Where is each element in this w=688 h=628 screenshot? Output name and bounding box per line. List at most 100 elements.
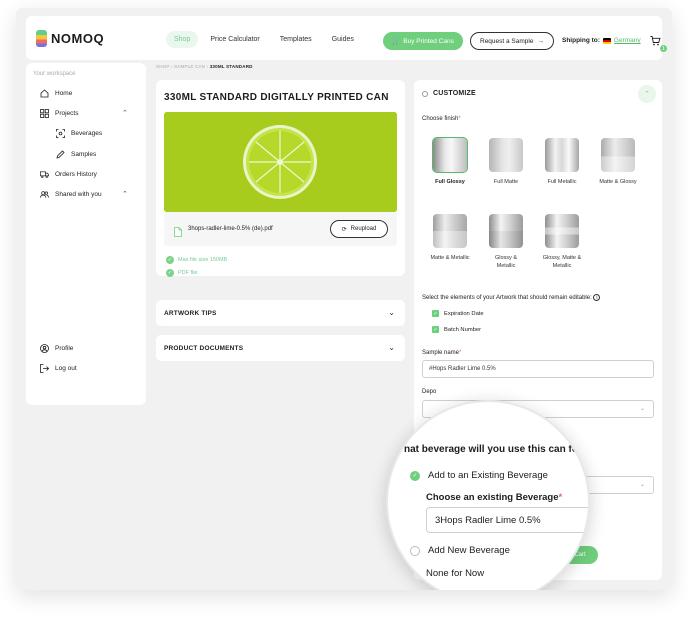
finish-swatch [545,214,579,248]
existing-beverage-select[interactable]: 3Hops Radler Lime 0.5% [426,507,588,533]
uploaded-file-row: 3hops-radler-lime-0.5% (de).pdf ⟳ Reuplo… [164,212,397,246]
finish-full-matte[interactable]: Full Matte [478,138,534,186]
checkbox-expiration-date[interactable]: ✓ Expiration Date [432,310,484,317]
home-icon [40,89,49,98]
sample-name-label: Sample name* [422,350,462,356]
reupload-button[interactable]: ⟳ Reupload [330,220,388,238]
shipping-selector[interactable]: Shipping to: Germany [562,37,641,44]
accordion-label: ARTWORK TIPS [164,310,217,317]
customize-title: CUSTOMIZE [433,90,476,97]
finish-swatch [545,138,579,172]
sidebar-item-label: Profile [55,345,74,352]
info-icon[interactable]: i [593,294,601,301]
top-bar: NOMOQ Shop Price Calculator Templates Gu… [26,16,667,60]
finish-label: Full Glossy [435,179,465,185]
magnifier-callout: nat beverage will you use this can for? … [386,400,590,590]
finish-swatch [433,214,467,248]
finish-label: Glossy, Matte & Metallic [542,255,582,269]
choose-finish-label: Choose finish* [422,116,461,122]
dropdown-label: Depo [422,389,437,395]
logo[interactable]: NOMOQ [36,30,104,47]
cart-count-badge: 1 [660,45,667,52]
arrow-right-icon: → [537,37,544,45]
shipping-country[interactable]: Germany [614,37,641,44]
request-sample-button[interactable]: Request a Sample → [470,32,554,50]
workspace-label: Your workspace [33,71,76,77]
finish-full-glossy[interactable]: Full Glossy [422,137,478,186]
chevron-up-icon[interactable]: ⌃ [122,109,128,117]
finish-label: Glossy & Metallic [494,255,517,269]
artwork-preview [164,112,397,212]
chevron-down-icon: ⌄ [639,406,645,412]
logout-icon [40,364,49,373]
checkbox-batch-number[interactable]: ✓ Batch Number [432,326,481,333]
radio-checked-icon: ✓ [410,470,420,481]
breadcrumb-shop[interactable]: SHOP [156,64,169,69]
check-circle-icon: ✓ [166,256,174,264]
option-new-beverage[interactable]: Add New Beverage [410,545,510,556]
option-label: Add New Beverage [428,545,510,556]
collapse-toggle-button[interactable]: ⌃ [638,85,656,103]
germany-flag-icon [602,37,611,44]
sidebar-item-profile[interactable]: Profile [40,344,73,353]
sample-name-input[interactable]: #Hops Radler Lime 0.5% [422,360,654,378]
chevron-down-icon: ⌄ [388,343,395,352]
logo-mark-icon [36,30,47,47]
finish-label: Full Metallic [547,179,577,185]
page-title: 330ML STANDARD DIGITALLY PRINTED CAN [164,92,389,103]
user-circle-icon [40,344,49,353]
sidebar: Your workspace Home Projects ⌃ Beverages… [26,63,146,405]
users-icon [40,190,49,199]
finish-swatch [489,138,523,172]
sidebar-item-label: Home [55,90,73,97]
sidebar-item-log-out[interactable]: Log out [40,364,77,373]
buy-printed-cans-label: Buy Printed Cans [403,37,454,45]
accordion-product-documents[interactable]: PRODUCT DOCUMENTS ⌄ [156,335,405,361]
nav-price-calculator[interactable]: Price Calculator [202,31,267,48]
sidebar-item-home[interactable]: Home [40,89,72,98]
app-window: NOMOQ Shop Price Calculator Templates Gu… [16,8,672,590]
finish-matte-glossy[interactable]: Matte & Glossy [590,138,646,186]
finish-matte-metallic[interactable]: Matte & Metallic [422,214,478,262]
finish-swatch [489,214,523,248]
option-existing-beverage[interactable]: ✓ Add to an Existing Beverage [410,470,548,481]
sidebar-item-shared-with-you[interactable]: Shared with you [40,190,102,199]
shipping-label: Shipping to: [562,37,600,44]
sidebar-item-label: Shared with you [55,191,102,198]
chevron-up-icon[interactable]: ⌃ [122,190,128,198]
choose-beverage-label: Choose an existing Beverage* [426,492,563,503]
checkbox-label: Batch Number [444,326,482,333]
chevron-down-icon: ⌄ [388,308,395,317]
product-card: 330ML STANDARD DIGITALLY PRINTED CAN 3ho… [156,80,405,277]
beverage-question: nat beverage will you use this can for? [404,444,588,455]
accordion-artwork-tips[interactable]: ARTWORK TIPS ⌄ [156,300,405,326]
logo-text: NOMOQ [51,31,105,46]
sidebar-item-label: Beverages [71,130,103,137]
editable-elements-label: Select the elements of your Artwork that… [422,294,601,301]
finish-full-metallic[interactable]: Full Metallic [534,138,590,186]
checkbox-checked-icon: ✓ [432,310,439,317]
max-file-size-note: ✓ Max file size 150MB [166,256,227,264]
nav-guides[interactable]: Guides [324,31,362,48]
sidebar-item-projects[interactable]: Projects [40,109,78,118]
nav-shop[interactable]: Shop [166,31,199,48]
grid-icon [40,109,49,118]
buy-printed-cans-button[interactable]: 🛒 Buy Printed Cans [383,32,463,50]
chevron-down-icon: ⌄ [639,482,645,488]
scan-icon [56,129,65,138]
refresh-icon: ⟳ [341,226,347,233]
main-nav: Shop Price Calculator Templates Guides [166,31,362,48]
finish-glossy-metallic[interactable]: Glossy & Metallic [478,214,534,270]
sidebar-item-orders-history[interactable]: Orders History [40,170,97,179]
reupload-label: Reupload [350,226,377,232]
finish-label: Full Matte [493,179,519,185]
cart-icon: 🛒 [392,38,401,45]
breadcrumb-sample-can[interactable]: SAMPLE CAN [174,64,205,69]
file-name: 3hops-radler-lime-0.5% (de).pdf [188,226,273,232]
sidebar-item-samples[interactable]: Samples [56,150,96,159]
none-for-now-option[interactable]: None for Now [426,568,484,579]
nav-templates[interactable]: Templates [272,31,320,48]
sidebar-item-beverages[interactable]: Beverages [56,129,102,138]
pdf-file-note: ✓ PDF file [166,269,198,277]
finish-glossy-matte-metallic[interactable]: Glossy, Matte & Metallic [534,214,590,270]
